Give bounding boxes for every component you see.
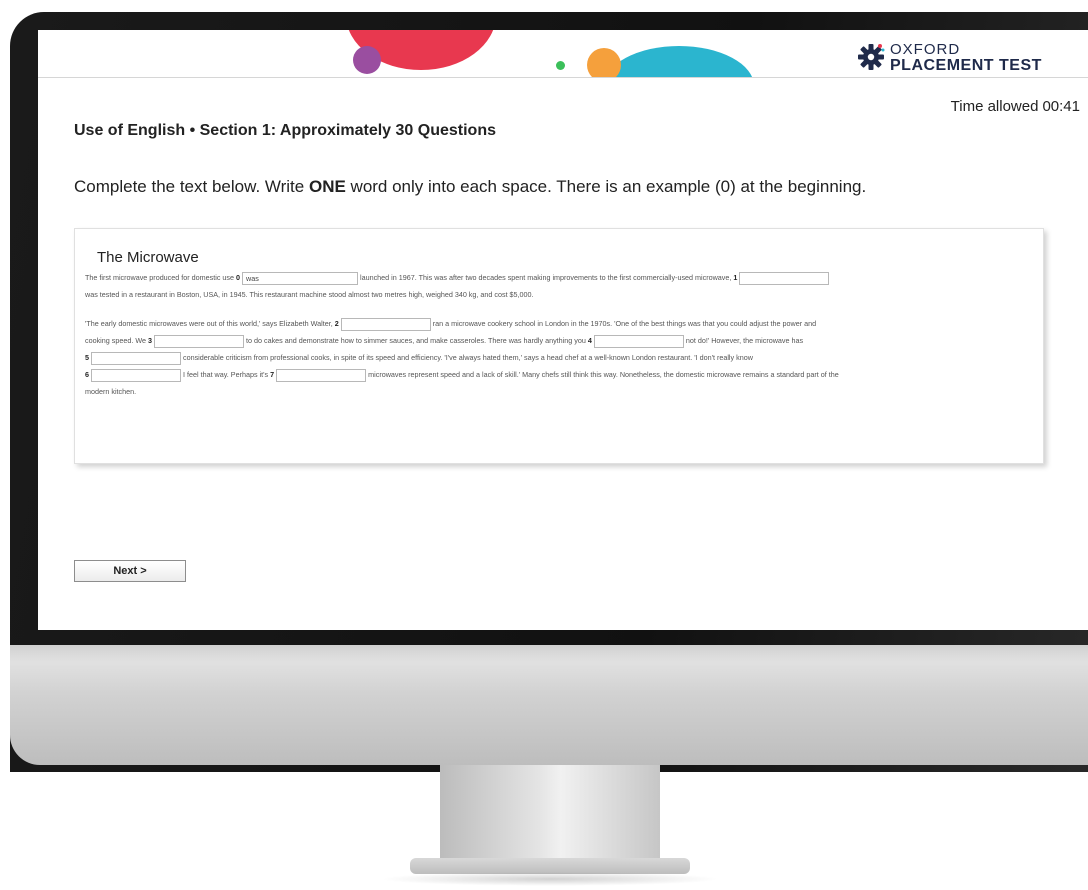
section-title: Use of English • Section 1: Approximatel… bbox=[74, 122, 496, 139]
decorative-orange-circle bbox=[587, 48, 621, 77]
answer-field-1[interactable] bbox=[739, 271, 830, 285]
oxford-placement-test-logo: OXFORD PLACEMENT TEST bbox=[856, 42, 1056, 76]
passage-text: cooking speed. We bbox=[85, 336, 148, 345]
passage-text: microwaves represent speed and a lack of… bbox=[366, 370, 839, 379]
decorative-teal-circle bbox=[604, 46, 754, 77]
passage-line: 5 considerable criticism from profession… bbox=[85, 349, 1035, 366]
passage-body: The first microwave produced for domesti… bbox=[85, 269, 1035, 400]
monitor-shadow bbox=[380, 872, 720, 886]
logo-placement-test-text: PLACEMENT TEST bbox=[890, 57, 1042, 74]
passage-text: 'The early domestic microwaves were out … bbox=[85, 319, 335, 328]
passage-line: modern kitchen. bbox=[85, 383, 1035, 400]
question-number-0: 0 bbox=[236, 273, 240, 282]
question-number-6: 6 bbox=[85, 370, 89, 379]
test-screen: OXFORD PLACEMENT TEST Time allowed 00:41 … bbox=[38, 30, 1088, 630]
gear-icon bbox=[858, 44, 885, 70]
time-allowed: Time allowed 00:41 bbox=[951, 98, 1080, 115]
question-number-5: 5 bbox=[85, 353, 89, 362]
answer-field-7[interactable] bbox=[276, 368, 367, 382]
passage-text: modern kitchen. bbox=[85, 387, 137, 396]
monitor-chin-shade bbox=[10, 645, 1088, 663]
passage-line: The first microwave produced for domesti… bbox=[85, 269, 1035, 286]
instruction-part-2: word only into each space. There is an e… bbox=[345, 177, 867, 196]
passage-line: cooking speed. We 3 to do cakes and demo… bbox=[85, 332, 1035, 349]
monitor-chin bbox=[10, 645, 1088, 765]
answer-field-3[interactable] bbox=[154, 334, 244, 348]
passage-text: The first microwave produced for domesti… bbox=[85, 273, 236, 282]
timer-value: 00:41 bbox=[1042, 98, 1080, 115]
logo-oxford-text: OXFORD bbox=[890, 41, 961, 58]
passage-text: was tested in a restaurant in Boston, US… bbox=[85, 290, 534, 299]
logo-wordmark: OXFORD PLACEMENT TEST bbox=[890, 42, 1042, 74]
passage-text: launched in 1967. This was after two dec… bbox=[358, 273, 734, 282]
passage-line: 'The early domestic microwaves were out … bbox=[85, 315, 1035, 332]
question-number-3: 3 bbox=[148, 336, 152, 345]
next-button[interactable]: Next > bbox=[74, 560, 186, 582]
passage-text: considerable criticism from professional… bbox=[181, 353, 753, 362]
answer-field-6[interactable] bbox=[91, 368, 181, 382]
passage-line: 6 I feel that way. Perhaps it's 7 microw… bbox=[85, 366, 1035, 383]
example-answer-field: was bbox=[242, 271, 358, 285]
question-number-1: 1 bbox=[733, 273, 738, 282]
question-number-4: 4 bbox=[587, 336, 592, 345]
passage-title: The Microwave bbox=[97, 249, 199, 266]
answer-field-5[interactable] bbox=[91, 351, 181, 365]
passage-text: I feel that way. Perhaps it's bbox=[181, 370, 271, 379]
answer-field-2[interactable] bbox=[340, 317, 431, 331]
passage-line: was tested in a restaurant in Boston, US… bbox=[85, 286, 1035, 303]
passage-card: The Microwave The first microwave produc… bbox=[74, 228, 1044, 464]
decorative-purple-circle bbox=[353, 46, 381, 74]
instruction-text: Complete the text below. Write ONE word … bbox=[74, 177, 866, 197]
decorative-green-dot bbox=[556, 61, 565, 70]
instruction-part-1: Complete the text below. Write bbox=[74, 177, 309, 196]
instruction-emphasis: ONE bbox=[308, 177, 346, 196]
timer-label: Time allowed bbox=[950, 98, 1039, 115]
monitor-stand bbox=[440, 765, 660, 865]
answer-field-4[interactable] bbox=[593, 334, 684, 348]
passage-text: ran a microwave cookery school in London… bbox=[430, 319, 817, 328]
passage-text: not do!' However, the microwave has bbox=[683, 336, 804, 345]
question-number-7: 7 bbox=[270, 370, 275, 379]
question-number-2: 2 bbox=[334, 319, 339, 328]
header-banner: OXFORD PLACEMENT TEST bbox=[38, 30, 1088, 78]
passage-text: to do cakes and demonstrate how to simme… bbox=[244, 336, 588, 345]
